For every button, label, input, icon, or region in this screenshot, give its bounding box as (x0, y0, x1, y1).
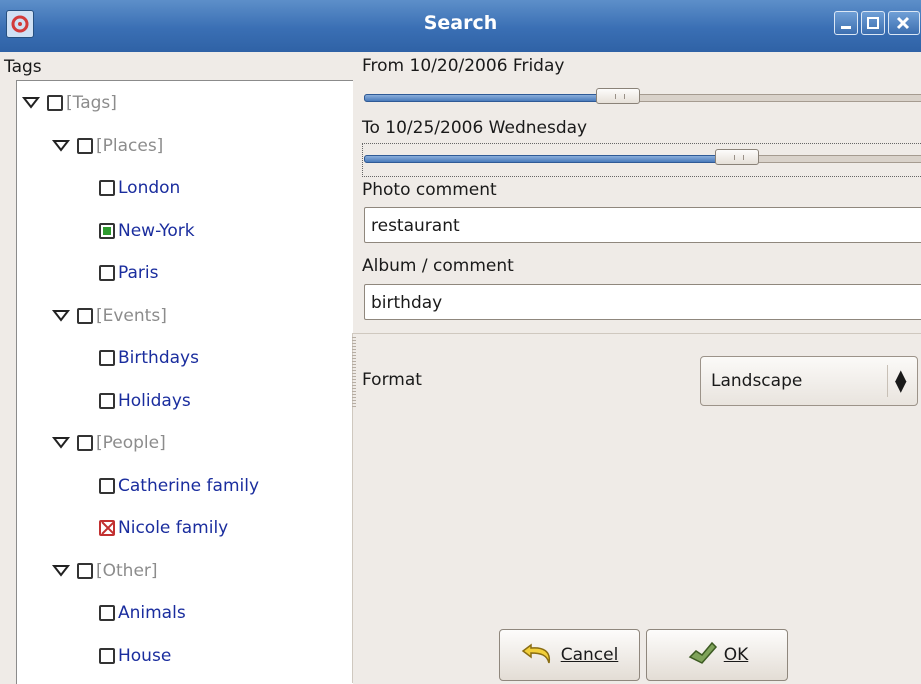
tree-item-label: [Other] (96, 560, 158, 581)
tag-checkbox[interactable] (77, 435, 93, 451)
to-date-slider[interactable] (364, 149, 921, 167)
tree-item-label: Holidays (118, 390, 191, 411)
tree-item-label: Nicole family (118, 518, 229, 538)
tree-category-row[interactable]: [Events] (51, 302, 167, 330)
slider-thumb[interactable] (596, 88, 640, 104)
minimize-icon[interactable] (834, 11, 858, 35)
ok-label: OK (723, 645, 749, 665)
tag-checkbox[interactable] (99, 265, 115, 281)
tag-checkbox[interactable] (77, 562, 93, 579)
expander-icon[interactable] (51, 561, 71, 581)
tags-label: Tags (4, 57, 42, 77)
tree-item-label: Animals (118, 603, 186, 623)
separator (352, 333, 921, 334)
photo-comment-input[interactable]: restaurant (364, 207, 921, 243)
tree-item-label: Paris (118, 263, 159, 283)
tree-item-label: [Tags] (66, 93, 117, 113)
tree-tag-row[interactable]: Nicole family (99, 514, 228, 542)
tag-checkbox[interactable] (99, 647, 115, 664)
excluded-checkbox[interactable] (99, 520, 115, 536)
undo-icon (521, 639, 555, 672)
album-comment-label: Album / comment (362, 256, 514, 276)
tag-checkbox[interactable] (99, 180, 115, 196)
tree-item-label: New-York (118, 220, 195, 241)
tag-checkbox[interactable] (47, 95, 63, 111)
album-comment-input[interactable]: birthday (364, 284, 921, 320)
tag-checkbox[interactable] (99, 222, 115, 239)
format-select[interactable]: Landscape ▲ ▼ (700, 356, 918, 406)
tree-category-row[interactable]: [Tags] (21, 89, 117, 117)
slider-fill (364, 94, 620, 102)
to-date-label: To 10/25/2006 Wednesday (362, 118, 588, 138)
from-date-label: From 10/20/2006 Friday (362, 56, 565, 76)
tag-checkbox[interactable] (99, 477, 115, 494)
tree-category-row[interactable]: [Other] (51, 557, 158, 585)
tree-item-label: London (118, 178, 181, 198)
apply-icon (686, 639, 718, 672)
expander-icon[interactable] (21, 93, 41, 113)
tag-checkbox[interactable] (99, 392, 115, 409)
up-down-arrows-icon: ▲ ▼ (895, 366, 907, 395)
tree-category-row[interactable]: [Places] (51, 132, 163, 160)
tag-checkbox[interactable] (99, 605, 115, 621)
tree-tag-row[interactable]: Birthdays (99, 344, 199, 372)
tree-tag-row[interactable]: Animals (99, 599, 186, 627)
expander-icon[interactable] (51, 433, 71, 453)
tree-tag-row[interactable]: Holidays (99, 387, 191, 415)
expander-icon[interactable] (51, 306, 71, 326)
tag-checkbox[interactable] (77, 307, 93, 324)
cancel-label: Cancel (560, 645, 619, 665)
window-title: Search (423, 12, 498, 34)
from-date-slider[interactable] (364, 88, 921, 106)
slider-fill (364, 155, 739, 163)
tree-item-label: Catherine family (118, 475, 260, 496)
combo-separator (887, 365, 888, 397)
tree-item-label: [Places] (96, 135, 164, 156)
slider-thumb[interactable] (715, 149, 759, 165)
ok-button[interactable]: OK (646, 629, 788, 681)
maximize-icon[interactable] (861, 11, 885, 35)
tree-item-label: [Events] (96, 305, 167, 326)
tree-tag-row[interactable]: House (99, 642, 171, 670)
format-value: Landscape (711, 371, 803, 391)
close-icon[interactable] (888, 11, 920, 35)
tree-item-label: [People] (96, 433, 166, 453)
tag-tree[interactable]: [Tags] [Places] London New-York Paris [Events… (16, 80, 353, 684)
title-bar[interactable]: Search (0, 0, 921, 52)
tree-tag-row[interactable]: Catherine family (99, 472, 259, 500)
tree-tag-row[interactable]: New-York (99, 217, 195, 245)
cancel-button[interactable]: Cancel (499, 629, 640, 681)
tree-item-label: Birthdays (118, 348, 199, 368)
pane-grip[interactable] (352, 337, 356, 407)
tag-checkbox[interactable] (77, 137, 93, 154)
tree-item-label: House (118, 645, 172, 666)
photo-comment-label: Photo comment (362, 180, 497, 200)
tree-tag-row[interactable]: Paris (99, 259, 158, 287)
tree-tag-row[interactable]: London (99, 174, 180, 202)
format-label: Format (362, 370, 422, 390)
expander-icon[interactable] (51, 136, 71, 156)
tag-checkbox[interactable] (99, 350, 115, 366)
tree-category-row[interactable]: [People] (51, 429, 166, 457)
